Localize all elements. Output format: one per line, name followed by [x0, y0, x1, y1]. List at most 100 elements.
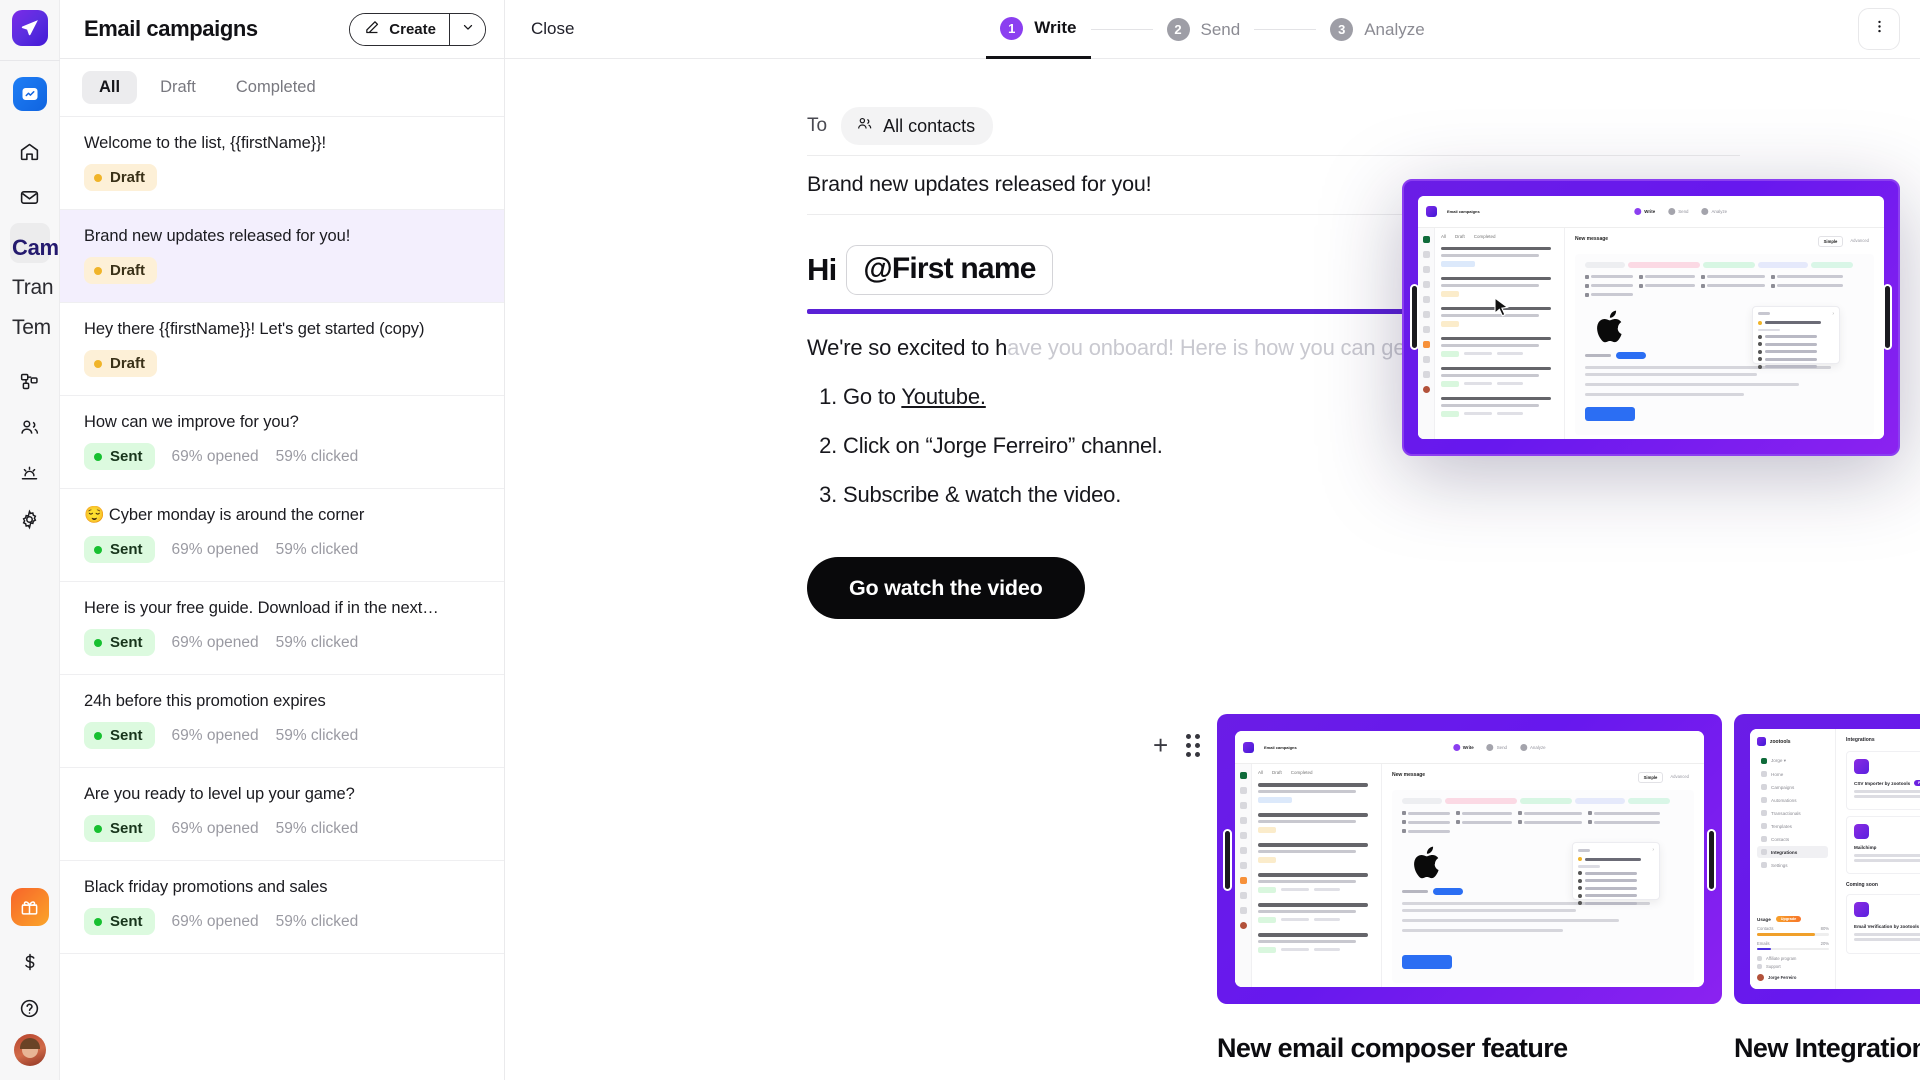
mock-campaign-row [1441, 276, 1558, 298]
mock-campaign-row [1441, 396, 1558, 418]
more-options-button[interactable] [1858, 8, 1900, 50]
sidebar-item-integrations[interactable] [10, 453, 50, 493]
mock-integration-icon [1854, 902, 1869, 918]
email-composer-screenshot[interactable]: Email campaigns Write Send Analyze All Draft C… [1217, 714, 1722, 1004]
mock-email [1585, 274, 1633, 279]
mock-campaign-title [1258, 873, 1368, 877]
mock-logo-icon [1243, 741, 1254, 753]
click-rate: 59% clicked [275, 726, 359, 744]
mock-campaign-list: All Draft Completed [1252, 764, 1382, 987]
status-dot-icon [94, 917, 102, 926]
step-write[interactable]: 1 Write [986, 0, 1091, 59]
mock-message-card: › [1575, 253, 1874, 435]
sidebar-item-settings[interactable] [10, 499, 50, 539]
create-dropdown-toggle[interactable] [449, 13, 485, 45]
mock-email [1701, 283, 1765, 288]
mock-campaign-sub [1441, 343, 1540, 347]
mock-campaign-title [1258, 843, 1368, 847]
mock-email [1402, 811, 1450, 816]
step-analyze-label: Analyze [1364, 19, 1425, 39]
campaign-list-item[interactable]: Brand new updates released for you! Draft [60, 210, 504, 303]
help-icon[interactable] [10, 988, 50, 1028]
mock-campaign-row [1258, 783, 1375, 804]
mock-email-list [1585, 271, 1864, 298]
mock-usage-row: Emails 20% [1757, 941, 1829, 950]
dollar-icon[interactable] [10, 942, 50, 982]
list-item[interactable]: Subscribe & watch the video. [843, 482, 1740, 508]
intro-visible-text: We're so excited to h [807, 335, 1008, 360]
click-rate: 59% clicked [275, 447, 359, 465]
add-block-icon[interactable]: + [1153, 732, 1168, 758]
campaign-list-item[interactable]: Welcome to the list, {{firstName}}! Draft [60, 117, 504, 210]
gift-icon[interactable] [10, 888, 49, 926]
tab-draft[interactable]: Draft [143, 71, 213, 104]
mock-campaign-title [1441, 276, 1551, 281]
mock-rail [1418, 227, 1435, 439]
cta-button[interactable]: Go watch the video [807, 557, 1085, 619]
close-button[interactable]: Close [531, 19, 574, 39]
tab-all[interactable]: All [82, 71, 138, 104]
top-bar: Close 1 Write 2 Send 3 Analyze [505, 0, 1920, 59]
mock-email [1456, 820, 1512, 825]
mock-sidebar: zootools Jorge ▾ Home Campaigns Automations T… [1750, 729, 1836, 989]
mock-campaign-list: All Draft Completed [1435, 227, 1565, 439]
status-badge-label: Sent [110, 541, 143, 558]
mock-nav-item: Transactionals [1757, 807, 1828, 819]
sidebar-item-automations[interactable] [10, 361, 50, 401]
page-title: Email campaigns [84, 16, 258, 41]
mock-email [1771, 283, 1843, 288]
open-rate: 69% opened [171, 726, 259, 744]
integrations-screenshot[interactable]: zootools Jorge ▾ Home Campaigns Automations T… [1734, 714, 1920, 1004]
campaign-list-item[interactable]: Here is your free guide. Download if in … [60, 582, 504, 675]
sidebar-item-mail[interactable] [10, 177, 50, 217]
tab-completed[interactable]: Completed [219, 71, 333, 104]
mock-email [1402, 829, 1450, 834]
sidebar-item-home[interactable] [10, 131, 50, 171]
campaign-list-item[interactable]: Are you ready to level up your game? Sent… [60, 768, 504, 861]
dragged-image-preview[interactable]: Email campaigns Write Send Analyze All Draft C… [1402, 179, 1900, 456]
create-button[interactable]: Create [350, 13, 449, 45]
mock-email [1639, 283, 1695, 288]
user-avatar[interactable] [13, 1034, 46, 1066]
workspace-avatar-icon[interactable] [12, 77, 47, 111]
mock-tags-popup: › [1752, 305, 1840, 369]
sidebar-item-contacts[interactable] [10, 407, 50, 447]
merge-tag-first-name[interactable]: @First name [846, 245, 1053, 295]
campaign-list-item[interactable]: Black friday promotions and sales Sent 69%… [60, 861, 504, 954]
mock-title: Email campaigns [1447, 208, 1480, 214]
campaign-list-item[interactable]: How can we improve for you? Sent 69% opene… [60, 396, 504, 489]
mock-step: Write [1634, 207, 1655, 215]
mock-chip-row [1402, 798, 1684, 805]
step-analyze[interactable]: 3 Analyze [1316, 0, 1438, 59]
campaign-title: Are you ready to level up your game? [84, 785, 355, 803]
status-dot-icon [94, 359, 102, 368]
mock-topbar: Email campaigns Write Send Analyze [1418, 196, 1884, 228]
recipient-chip-all-contacts[interactable]: All contacts [841, 107, 994, 145]
paper-plane-logo-icon[interactable] [11, 10, 48, 46]
sidebar-item-campaigns[interactable] [9, 223, 50, 263]
mock-integration-desc [1854, 790, 1920, 798]
youtube-link[interactable]: Youtube. [901, 384, 986, 409]
campaign-meta: Draft [84, 350, 480, 377]
campaign-list-item[interactable]: 24h before this promotion expires Sent 69%… [60, 675, 504, 768]
mock-campaign-title [1258, 783, 1368, 787]
status-dot-icon [94, 638, 102, 647]
campaign-list-item[interactable]: Hey there {{firstName}}! Let's get start… [60, 303, 504, 396]
mock-book-session-button [1402, 955, 1452, 969]
mock-status-pill [1258, 827, 1276, 834]
open-rate: 69% opened [171, 633, 259, 651]
mock-nav-item: Automations [1757, 794, 1828, 806]
mock-nav-item: Settings [1757, 859, 1828, 871]
mock-status-pill [1258, 917, 1276, 924]
campaign-meta: Sent 69% opened 59% clicked [84, 722, 480, 749]
step-send[interactable]: 2 Send [1153, 0, 1255, 59]
status-dot-icon [94, 545, 102, 554]
mock-email [1402, 820, 1450, 825]
mock-coming-soon-label: Coming soon [1846, 882, 1878, 889]
campaign-list-item[interactable]: 😌 Cyber monday is around the corner Sent 6… [60, 489, 504, 582]
mock-nav-item: Contacts [1757, 833, 1828, 845]
mock-status-pill [1441, 410, 1459, 417]
image-card-row: Email campaigns Write Send Analyze All Draft C… [1217, 714, 1920, 1080]
drag-handle-icon[interactable] [1186, 733, 1201, 757]
mock-campaign-row [1441, 246, 1558, 268]
